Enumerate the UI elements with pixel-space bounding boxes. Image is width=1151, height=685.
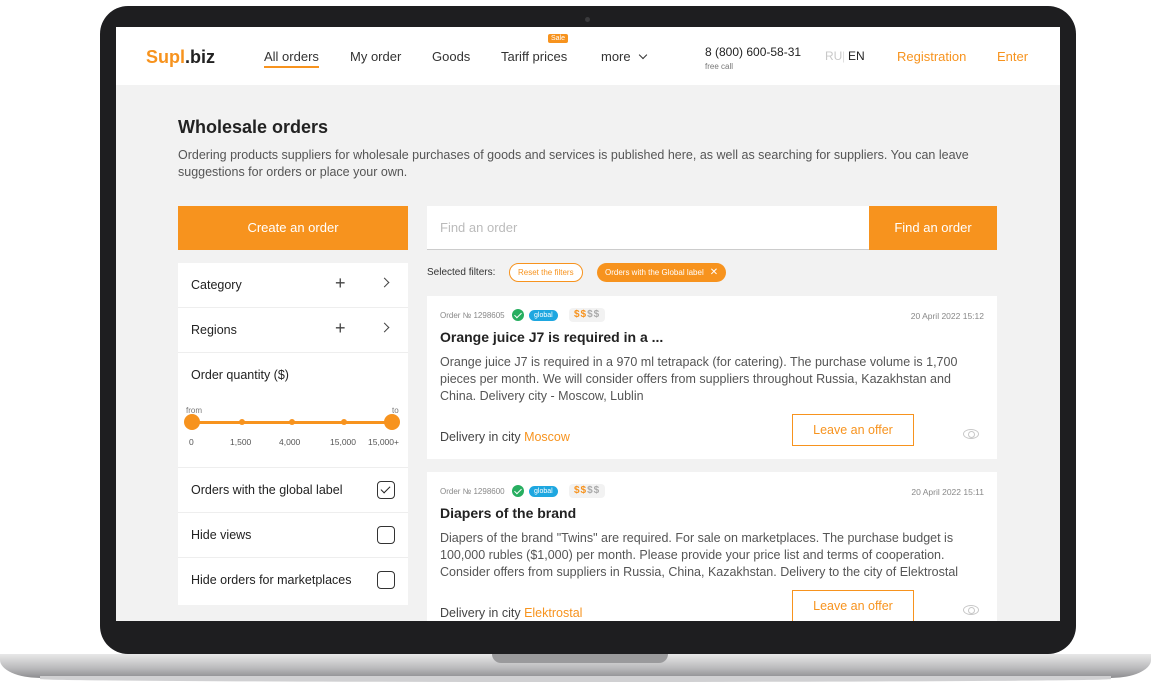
sale-badge: Sale xyxy=(548,34,569,43)
hide-views-checkbox[interactable] xyxy=(377,526,395,544)
search-input[interactable] xyxy=(427,206,869,250)
verified-icon xyxy=(512,485,524,497)
range-tick: 4,000 xyxy=(279,437,301,447)
quantity-label: Order quantity ($) xyxy=(191,368,289,382)
price-level-inactive: $$ xyxy=(587,485,601,496)
delivery-city-label: Delivery in city xyxy=(440,606,521,620)
leave-offer-button[interactable]: Leave an offer xyxy=(792,414,914,446)
chevron-right-icon[interactable] xyxy=(379,277,390,288)
range-tick: 15,000+ xyxy=(368,437,399,447)
check-label: Hide orders for marketplaces xyxy=(191,573,352,587)
camera-icon xyxy=(585,17,590,22)
range-step-dot xyxy=(341,419,347,425)
plus-icon[interactable]: + xyxy=(335,318,346,339)
nav-all-orders[interactable]: All orders xyxy=(264,49,319,68)
global-badge: global xyxy=(529,310,558,321)
selected-filters-label: Selected filters: xyxy=(427,267,496,278)
price-level-badge: $$$$ xyxy=(569,484,606,498)
range-handle-max[interactable] xyxy=(384,414,400,430)
eye-icon xyxy=(963,429,979,439)
global-label-filter[interactable]: Orders with the global label xyxy=(178,467,408,512)
hide-marketplaces-filter[interactable]: Hide orders for marketplaces xyxy=(178,557,408,602)
hide-views-filter[interactable]: Hide views xyxy=(178,512,408,557)
price-level-badge: $$$$ xyxy=(569,308,606,322)
check-label: Orders with the global label xyxy=(191,483,343,497)
category-filter[interactable]: Category + xyxy=(178,263,408,308)
delivery-city-label: Delivery in city xyxy=(440,430,521,444)
search-button[interactable]: Find an order xyxy=(869,206,997,250)
plus-icon[interactable]: + xyxy=(335,273,346,294)
delivery-city: Delivery in city Moscow xyxy=(440,430,570,444)
enter-link[interactable]: Enter xyxy=(997,49,1028,64)
regions-filter[interactable]: Regions + xyxy=(178,308,408,353)
eye-icon xyxy=(963,605,979,615)
order-number: Order № 1298600 xyxy=(440,487,505,496)
range-step-dot xyxy=(289,419,295,425)
lang-separator: | xyxy=(842,49,846,63)
nav-my-order[interactable]: My order xyxy=(350,49,401,64)
order-description: Diapers of the brand "Twins" are require… xyxy=(440,531,959,579)
logo-suffix: .biz xyxy=(185,47,215,67)
delivery-city-link[interactable]: Elektrostal xyxy=(524,606,582,620)
lang-ru[interactable]: RU xyxy=(825,49,842,63)
order-description: Orange juice J7 is required in a 970 ml … xyxy=(440,355,958,403)
chevron-right-icon[interactable] xyxy=(379,322,390,333)
page-title: Wholesale orders xyxy=(178,117,329,137)
order-date: 20 April 2022 15:12 xyxy=(910,311,984,321)
active-filter-chip[interactable]: Orders with the Global label ✕ xyxy=(597,263,727,282)
delivery-city: Delivery in city Elektrostal xyxy=(440,606,582,620)
global-label-checkbox[interactable] xyxy=(377,481,395,499)
order-title[interactable]: Diapers of the brand xyxy=(440,505,576,521)
site-header: Supl.biz All orders My order Goods Tarif… xyxy=(116,27,1060,85)
nav-more-label: more xyxy=(601,49,631,64)
regions-label: Regions xyxy=(191,323,237,337)
global-badge: global xyxy=(529,486,558,497)
browser-screen: Supl.biz All orders My order Goods Tarif… xyxy=(116,27,1060,621)
nav-goods[interactable]: Goods xyxy=(432,49,470,64)
price-level-inactive: $$ xyxy=(587,309,601,320)
nav-more[interactable]: more xyxy=(601,49,647,64)
close-icon[interactable]: ✕ xyxy=(710,267,718,278)
phone-number[interactable]: 8 (800) 600-58-31 xyxy=(705,45,801,59)
order-card[interactable]: Order № 1298605 global $$$$ 20 April 202… xyxy=(427,296,997,459)
phone-note: free call xyxy=(705,62,734,71)
site-logo[interactable]: Supl.biz xyxy=(146,47,215,68)
registration-link[interactable]: Registration xyxy=(897,49,966,64)
order-card[interactable]: Order № 1298600 global $$$$ 20 April 202… xyxy=(427,472,997,621)
nav-tariff-prices[interactable]: Tariff prices xyxy=(501,49,567,64)
delivery-city-link[interactable]: Moscow xyxy=(524,430,570,444)
verified-icon xyxy=(512,309,524,321)
price-level-active: $$ xyxy=(574,309,588,320)
order-title[interactable]: Orange juice J7 is required in a ... xyxy=(440,329,663,345)
logo-prefix: Supl xyxy=(146,47,185,67)
filter-sidebar: Category + Regions + Order quantity ($) … xyxy=(178,263,408,605)
create-order-button[interactable]: Create an order xyxy=(178,206,408,250)
hide-marketplaces-checkbox[interactable] xyxy=(377,571,395,589)
order-date: 20 April 2022 15:11 xyxy=(911,487,984,497)
price-level-active: $$ xyxy=(574,485,588,496)
range-tick: 1,500 xyxy=(230,437,252,447)
laptop-notch xyxy=(492,654,668,663)
page-description: Ordering products suppliers for wholesal… xyxy=(178,148,969,179)
lang-en[interactable]: EN xyxy=(848,49,865,63)
laptop-frame: Supl.biz All orders My order Goods Tarif… xyxy=(0,0,1151,685)
active-filter-label: Orders with the Global label xyxy=(605,268,704,277)
reset-filters-button[interactable]: Reset the filters xyxy=(509,263,583,282)
range-handle-min[interactable] xyxy=(184,414,200,430)
range-step-dot xyxy=(239,419,245,425)
chevron-down-icon xyxy=(638,50,647,60)
laptop-shadow xyxy=(40,676,1111,682)
check-label: Hide views xyxy=(191,528,252,542)
range-tick: 0 xyxy=(189,437,194,447)
range-tick: 15,000 xyxy=(330,437,356,447)
order-number: Order № 1298605 xyxy=(440,311,505,320)
leave-offer-button[interactable]: Leave an offer xyxy=(792,590,914,621)
category-label: Category xyxy=(191,278,242,292)
